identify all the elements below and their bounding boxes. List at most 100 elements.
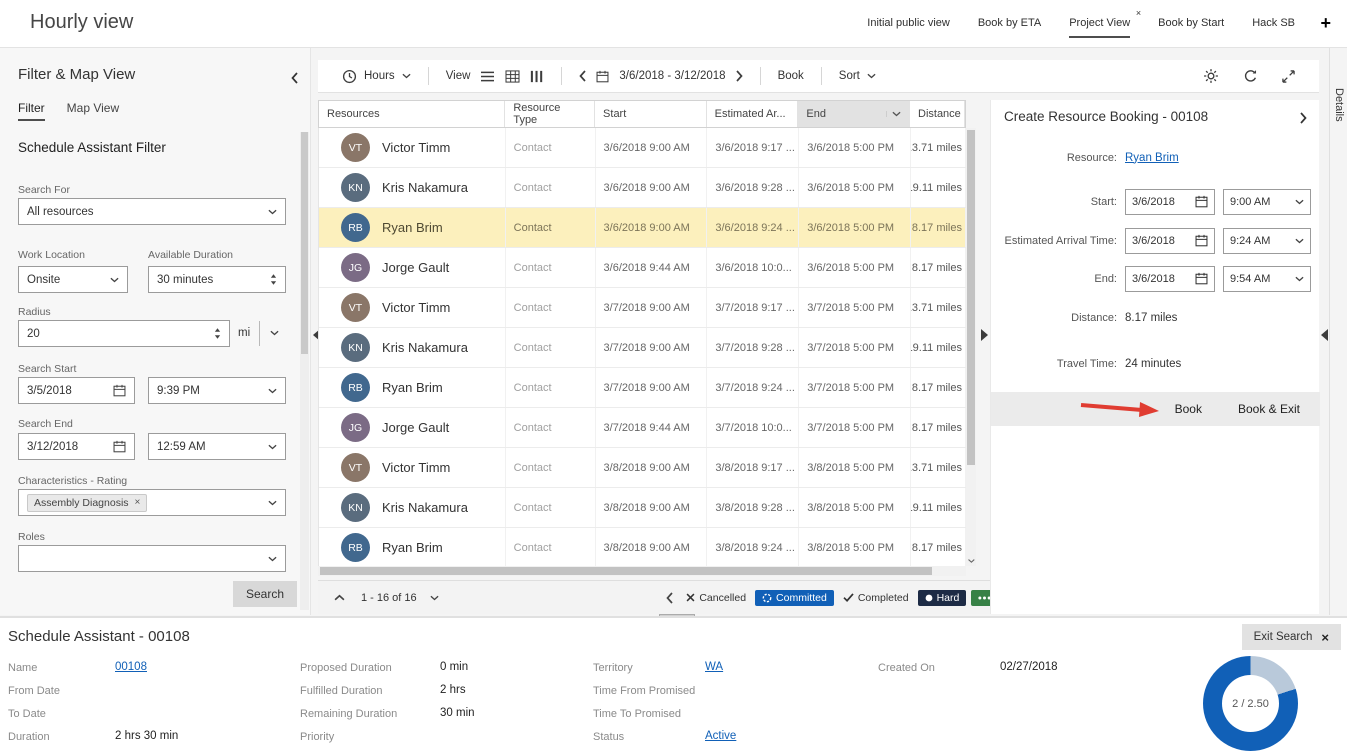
chevron-right-icon[interactable] (1300, 112, 1307, 124)
end-time-dropdown[interactable]: 9:54 AM (1223, 266, 1311, 292)
sort-dropdown-icon[interactable] (886, 111, 901, 117)
sort-selector[interactable]: Sort (839, 70, 876, 82)
eta-date-field[interactable]: 3/6/2018 (1125, 228, 1215, 254)
filter-panel-scrollbar[interactable] (300, 132, 309, 610)
fullscreen-icon[interactable] (1282, 70, 1295, 83)
legend-scroll-left-icon[interactable] (666, 592, 673, 604)
exit-search-button[interactable]: Exit Search × (1242, 624, 1341, 650)
distance: 8.17 miles (911, 368, 966, 407)
grid-view-icon[interactable] (505, 70, 520, 83)
field-value[interactable]: 00108 (115, 661, 147, 673)
refresh-icon[interactable] (1243, 69, 1258, 84)
resource-type: Contact (506, 328, 596, 367)
end-date-field[interactable]: 3/6/2018 (1125, 266, 1215, 292)
search-end-time-dropdown[interactable]: 12:59 AM (148, 433, 286, 460)
column-header-resources[interactable]: Resources (319, 101, 505, 127)
date-range[interactable]: 3/6/2018 - 3/12/2018 (619, 70, 725, 82)
view-tab-book-by-eta[interactable]: Book by ETA (978, 17, 1041, 36)
resource-field-row: Resource: Ryan Brim (991, 144, 1319, 171)
add-view-button[interactable]: + (1320, 13, 1331, 34)
resource-row[interactable]: RBRyan BrimContact3/7/2018 9:00 AM3/7/20… (319, 368, 966, 408)
settings-gear-icon[interactable] (1203, 68, 1219, 84)
book-action-button[interactable]: Book (1175, 402, 1202, 416)
view-tab-book-by-start[interactable]: Book by Start (1158, 17, 1224, 36)
expand-grid-handle[interactable] (979, 328, 989, 342)
resource-link[interactable]: Ryan Brim (1125, 152, 1179, 164)
work-location-dropdown[interactable]: Onsite (18, 266, 128, 293)
resource-name: Victor Timm (382, 460, 450, 475)
scrollbar-thumb[interactable] (301, 132, 308, 354)
scale-selector[interactable]: Hours (342, 69, 411, 84)
resource-row[interactable]: JGJorge GaultContact3/6/2018 9:44 AM3/6/… (319, 248, 966, 288)
start-time-dropdown[interactable]: 9:00 AM (1223, 189, 1311, 215)
calendar-icon[interactable] (113, 384, 126, 397)
calendar-icon[interactable] (1195, 195, 1208, 208)
horizontal-scrollbar[interactable] (318, 566, 966, 576)
close-tab-icon[interactable]: × (1136, 8, 1141, 18)
resource-row[interactable]: KNKris NakamuraContact3/7/2018 9:00 AM3/… (319, 328, 966, 368)
resource-row[interactable]: VTVictor TimmContact3/6/2018 9:00 AM3/6/… (319, 128, 966, 168)
prev-date-chevron-icon[interactable] (579, 70, 586, 82)
page-dropdown-icon[interactable] (430, 595, 439, 601)
details-tab-label[interactable]: Details (1333, 88, 1345, 122)
stepper-icon[interactable] (214, 327, 221, 340)
column-header-resource-type[interactable]: Resource Type (505, 101, 595, 127)
collapse-grid-icon[interactable] (334, 594, 345, 601)
roles-dropdown[interactable] (18, 545, 286, 572)
available-duration-stepper[interactable]: 30 minutes (148, 266, 286, 293)
remove-chip-icon[interactable]: × (135, 497, 141, 508)
resource-row[interactable]: KNKris NakamuraContact3/8/2018 9:00 AM3/… (319, 488, 966, 528)
resource-row[interactable]: KNKris NakamuraContact3/6/2018 9:00 AM3/… (319, 168, 966, 208)
collapse-details-handle[interactable] (1319, 328, 1329, 342)
radius-stepper[interactable]: 20 (18, 320, 230, 347)
vertical-scrollbar[interactable] (966, 128, 976, 566)
search-start-time-dropdown[interactable]: 9:39 PM (148, 377, 286, 404)
field-value[interactable]: Active (705, 730, 736, 742)
avatar: VT (341, 293, 370, 322)
column-header-end[interactable]: End (798, 101, 910, 127)
view-tab-initial-public-view[interactable]: Initial public view (867, 17, 950, 36)
calendar-icon[interactable] (596, 70, 609, 83)
next-date-chevron-icon[interactable] (736, 70, 743, 82)
list-view-icon[interactable] (480, 70, 495, 83)
search-end-date-field[interactable]: 3/12/2018 (18, 433, 135, 460)
tab-filter[interactable]: Filter (18, 101, 45, 121)
book-toolbar-button[interactable]: Book (778, 70, 804, 82)
view-tab-project-view[interactable]: Project View× (1069, 17, 1130, 38)
legend-completed: Completed (839, 590, 913, 606)
resource-row[interactable]: RBRyan BrimContact3/6/2018 9:00 AM3/6/20… (319, 208, 966, 248)
calendar-icon[interactable] (113, 440, 126, 453)
scroll-down-icon[interactable] (967, 559, 975, 564)
resource-row[interactable]: RBRyan BrimContact3/8/2018 9:00 AM3/8/20… (319, 528, 966, 566)
column-header-start[interactable]: Start (595, 101, 707, 127)
scrollbar-thumb[interactable] (320, 567, 932, 575)
book-exit-action-button[interactable]: Book & Exit (1238, 402, 1300, 416)
column-header-distance[interactable]: Distance (910, 101, 965, 127)
resource-row[interactable]: VTVictor TimmContact3/8/2018 9:00 AM3/8/… (319, 448, 966, 488)
search-for-dropdown[interactable]: All resources (18, 198, 286, 225)
field-row: From Date (8, 681, 288, 704)
collapse-panel-icon[interactable] (291, 72, 298, 84)
search-button[interactable]: Search (233, 581, 297, 607)
column-header-estimated-ar[interactable]: Estimated Ar... (707, 101, 799, 127)
eta-time-dropdown[interactable]: 9:24 AM (1223, 228, 1311, 254)
avatar: KN (341, 333, 370, 362)
calendar-icon[interactable] (1195, 234, 1208, 247)
timeline-view-icon[interactable] (530, 70, 544, 83)
resource-row[interactable]: VTVictor TimmContact3/7/2018 9:00 AM3/7/… (319, 288, 966, 328)
scrollbar-thumb[interactable] (967, 130, 975, 465)
radius-unit-dropdown[interactable] (270, 330, 279, 336)
view-tab-hack-sb[interactable]: Hack SB (1252, 17, 1295, 36)
characteristic-chip[interactable]: Assembly Diagnosis × (27, 494, 147, 512)
calendar-icon[interactable] (1195, 272, 1208, 285)
radius-value: 20 (27, 328, 40, 340)
field-value[interactable]: WA (705, 661, 723, 673)
search-start-date-field[interactable]: 3/5/2018 (18, 377, 135, 404)
details-sidebar[interactable]: Details (1329, 48, 1347, 615)
characteristics-dropdown[interactable]: Assembly Diagnosis × (18, 489, 286, 516)
search-for-value: All resources (27, 206, 93, 218)
stepper-icon[interactable] (270, 273, 277, 286)
tab-map-view[interactable]: Map View (67, 101, 119, 121)
start-date-field[interactable]: 3/6/2018 (1125, 189, 1215, 215)
resource-row[interactable]: JGJorge GaultContact3/7/2018 9:44 AM3/7/… (319, 408, 966, 448)
